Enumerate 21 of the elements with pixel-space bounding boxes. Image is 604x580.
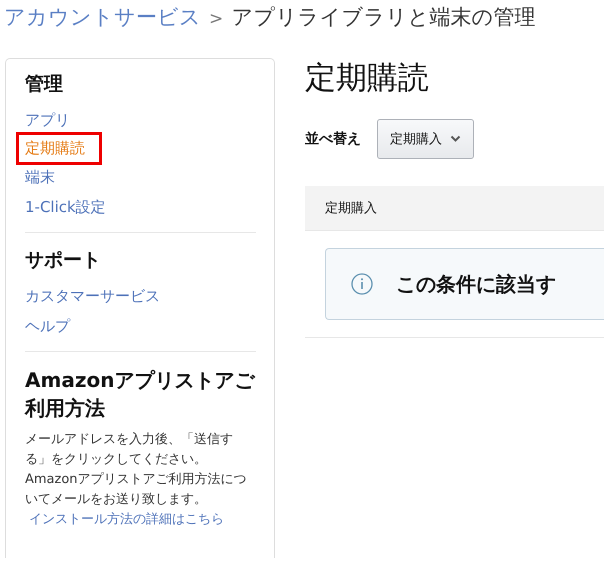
breadcrumb-link[interactable]: アカウントサービス [4,3,201,31]
sidebar-link[interactable]: 1-Click設定 [25,192,106,222]
sidebar-heading: Amazonアプリストアご利用方法 [25,367,256,422]
sidebar-link[interactable]: カスタマーサービス [25,281,160,311]
info-icon [351,273,373,295]
sidebar-link[interactable]: 端末 [25,162,55,192]
install-link[interactable]: インストール方法の詳細はこちら [29,512,224,527]
column-header: 定期購入 [325,200,377,217]
breadcrumb-current: アプリライブラリと端末の管理 [231,4,536,31]
sidebar-link[interactable]: ヘルプ [25,311,70,341]
info-paragraph: メールアドレスを入力後、「送信する」をクリックしてください。Amazonアプリストアご利用方法についてメールをお送り致します。 インストール方法の詳細はこちら [25,431,248,529]
sort-label: 並べ替え [305,130,361,148]
sidebar-heading: サポート [25,248,102,273]
sort-dropdown[interactable]: 定期購入 [377,119,474,159]
page-title: 定期購読 [305,59,430,98]
sidebar-heading: 管理 [25,72,64,97]
sidebar-link[interactable]: アプリ [25,105,70,135]
sidebar-link[interactable]: 定期購読 [19,135,99,162]
chevron-down-icon [450,135,461,143]
notice-text: この条件に該当す [396,270,556,298]
breadcrumb-separator: > [209,9,224,29]
